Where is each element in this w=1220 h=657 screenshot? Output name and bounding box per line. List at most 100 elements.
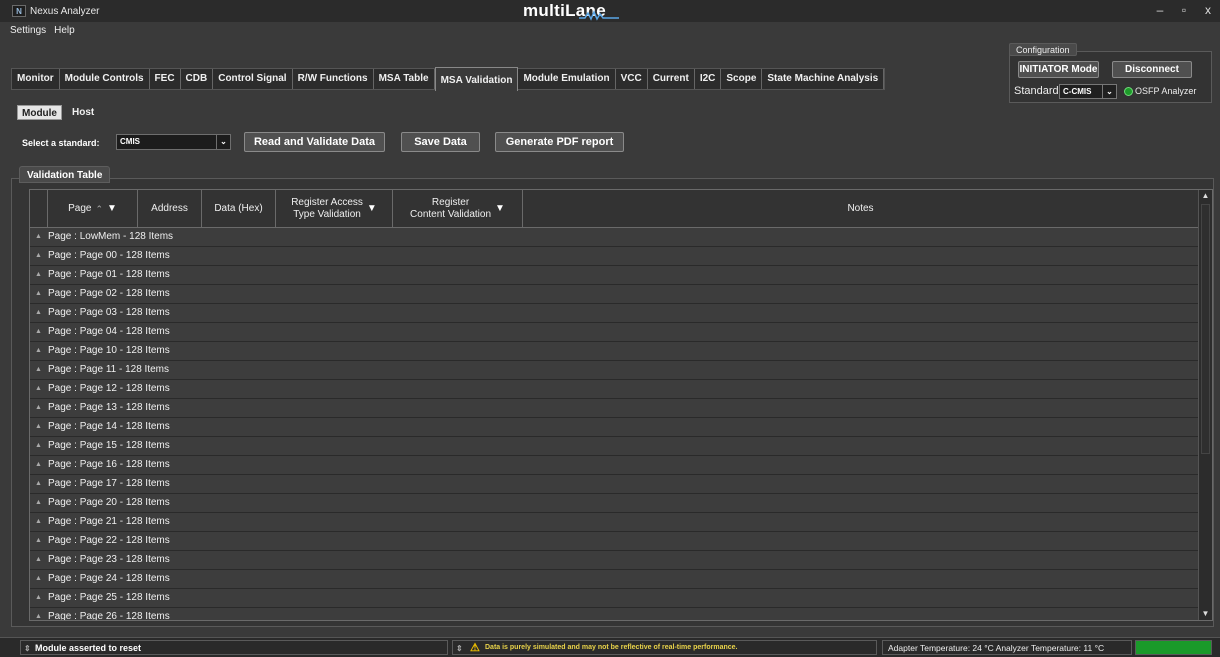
- tab-control-signal[interactable]: Control Signal: [213, 69, 293, 89]
- tab-i2c[interactable]: I2C: [695, 69, 722, 89]
- tab-current[interactable]: Current: [648, 69, 695, 89]
- expand-arrow-icon[interactable]: ▲: [35, 323, 42, 341]
- generate-pdf-button[interactable]: Generate PDF report: [495, 132, 624, 152]
- group-row-label: Page : Page 21 - 128 Items: [48, 516, 170, 527]
- disconnect-button[interactable]: Disconnect: [1112, 61, 1192, 78]
- group-row[interactable]: ▲ Page : Page 15 - 128 Items: [30, 437, 1198, 456]
- expand-arrow-icon[interactable]: ▲: [35, 418, 42, 436]
- group-row[interactable]: ▲ Page : Page 10 - 128 Items: [30, 342, 1198, 361]
- spinner-icon: ⇕: [24, 644, 31, 653]
- group-row[interactable]: ▲ Page : Page 02 - 128 Items: [30, 285, 1198, 304]
- read-validate-button[interactable]: Read and Validate Data: [244, 132, 385, 152]
- expand-arrow-icon[interactable]: ▲: [35, 475, 42, 493]
- tab-vcc[interactable]: VCC: [616, 69, 648, 89]
- group-row-label: Page : Page 26 - 128 Items: [48, 611, 170, 621]
- expand-arrow-icon[interactable]: ▲: [35, 608, 42, 620]
- filter-icon[interactable]: ▼: [367, 203, 377, 215]
- initiator-mode-button[interactable]: INITIATOR Mode: [1018, 61, 1099, 78]
- group-row[interactable]: ▲ Page : Page 12 - 128 Items: [30, 380, 1198, 399]
- group-row[interactable]: ▲ Page : Page 13 - 128 Items: [30, 399, 1198, 418]
- expand-arrow-icon[interactable]: ▲: [35, 437, 42, 455]
- group-row[interactable]: ▲ Page : Page 01 - 128 Items: [30, 266, 1198, 285]
- group-row[interactable]: ▲ Page : Page 24 - 128 Items: [30, 570, 1198, 589]
- group-row[interactable]: ▲ Page : Page 25 - 128 Items: [30, 589, 1198, 608]
- group-row[interactable]: ▲ Page : Page 14 - 128 Items: [30, 418, 1198, 437]
- header-data-hex[interactable]: Data (Hex): [202, 190, 276, 228]
- group-row[interactable]: ▲ Page : Page 20 - 128 Items: [30, 494, 1198, 513]
- expand-arrow-icon[interactable]: ▲: [35, 304, 42, 322]
- expand-arrow-icon[interactable]: ▲: [35, 266, 42, 284]
- expand-arrow-icon[interactable]: ▲: [35, 399, 42, 417]
- group-row[interactable]: ▲ Page : Page 16 - 128 Items: [30, 456, 1198, 475]
- tab-cdb[interactable]: CDB: [181, 69, 214, 89]
- expand-arrow-icon[interactable]: ▲: [35, 513, 42, 531]
- scroll-thumb[interactable]: [1201, 204, 1210, 454]
- expand-arrow-icon[interactable]: ▲: [35, 551, 42, 569]
- restore-button[interactable]: ▫: [1178, 3, 1190, 17]
- tab-msa-table[interactable]: MSA Table: [374, 69, 435, 89]
- group-row[interactable]: ▲ Page : Page 11 - 128 Items: [30, 361, 1198, 380]
- configuration-title: Configuration: [1009, 43, 1077, 56]
- filter-icon[interactable]: ▼: [495, 203, 505, 215]
- header-register-access[interactable]: Register Access Type Validation ▼: [276, 190, 393, 228]
- tab-state-machine-analysis[interactable]: State Machine Analysis: [762, 69, 885, 89]
- select-standard-label: Select a standard:: [22, 138, 100, 148]
- tab-msa-validation[interactable]: MSA Validation: [434, 67, 519, 91]
- tab-fec[interactable]: FEC: [150, 69, 181, 89]
- expand-arrow-icon[interactable]: ▲: [35, 456, 42, 474]
- status-message: ⇕ Module asserted to reset: [20, 640, 448, 655]
- group-row[interactable]: ▲ Page : Page 00 - 128 Items: [30, 247, 1198, 266]
- close-button[interactable]: x: [1202, 3, 1214, 17]
- expand-arrow-icon[interactable]: ▲: [35, 285, 42, 303]
- menu-help[interactable]: Help: [54, 25, 75, 36]
- group-row-label: Page : Page 01 - 128 Items: [48, 269, 170, 280]
- expand-arrow-icon[interactable]: ▲: [35, 589, 42, 607]
- config-standard-select[interactable]: C-CMIS ⌄: [1059, 84, 1117, 99]
- app-logo-icon: N: [12, 5, 26, 17]
- simulation-warning-text: Data is purely simulated and may not be …: [485, 644, 738, 651]
- group-row[interactable]: ▲ Page : Page 22 - 128 Items: [30, 532, 1198, 551]
- group-row[interactable]: ▲ Page : Page 04 - 128 Items: [30, 323, 1198, 342]
- vertical-scrollbar[interactable]: ▲ ▼: [1198, 190, 1212, 620]
- group-row[interactable]: ▲ Page : Page 23 - 128 Items: [30, 551, 1198, 570]
- group-row-label: Page : Page 04 - 128 Items: [48, 326, 170, 337]
- expand-arrow-icon[interactable]: ▲: [35, 570, 42, 588]
- menu-settings[interactable]: Settings: [10, 25, 46, 36]
- standard-select[interactable]: CMIS ⌄: [116, 134, 231, 150]
- header-notes[interactable]: Notes: [523, 190, 1198, 228]
- tab-module-emulation[interactable]: Module Emulation: [518, 69, 616, 89]
- expand-arrow-icon[interactable]: ▲: [35, 532, 42, 550]
- expand-arrow-icon[interactable]: ▲: [35, 342, 42, 360]
- group-row-label: Page : LowMem - 128 Items: [48, 231, 174, 242]
- warning-icon: ⚠: [470, 642, 480, 654]
- filter-icon[interactable]: ▼: [107, 203, 117, 215]
- host-toggle[interactable]: Host: [68, 105, 98, 120]
- tab-rw-functions[interactable]: R/W Functions: [293, 69, 374, 89]
- group-row[interactable]: ▲ Page : Page 03 - 128 Items: [30, 304, 1198, 323]
- temperature-readout: Adapter Temperature: 24 °C Analyzer Temp…: [882, 640, 1132, 655]
- spinner-icon: ⇕: [456, 644, 463, 653]
- expand-arrow-icon[interactable]: ▲: [35, 247, 42, 265]
- group-row[interactable]: ▲ Page : Page 26 - 128 Items: [30, 608, 1198, 621]
- group-row[interactable]: ▲ Page : Page 21 - 128 Items: [30, 513, 1198, 532]
- module-toggle[interactable]: Module: [17, 105, 62, 120]
- group-row[interactable]: ▲ Page : LowMem - 128 Items: [30, 228, 1198, 247]
- group-row-label: Page : Page 03 - 128 Items: [48, 307, 170, 318]
- header-register-access-label: Register Access Type Validation: [291, 197, 363, 221]
- scroll-up-icon[interactable]: ▲: [1199, 190, 1212, 202]
- scroll-down-icon[interactable]: ▼: [1199, 608, 1212, 620]
- expand-arrow-icon[interactable]: ▲: [35, 361, 42, 379]
- header-address[interactable]: Address: [138, 190, 202, 228]
- tab-scope[interactable]: Scope: [721, 69, 763, 89]
- group-row[interactable]: ▲ Page : Page 17 - 128 Items: [30, 475, 1198, 494]
- expand-arrow-icon[interactable]: ▲: [35, 228, 42, 246]
- save-data-button[interactable]: Save Data: [401, 132, 480, 152]
- expand-arrow-icon[interactable]: ▲: [35, 380, 42, 398]
- group-row-label: Page : Page 14 - 128 Items: [48, 421, 170, 432]
- header-register-content[interactable]: Register Content Validation ▼: [393, 190, 523, 228]
- expand-arrow-icon[interactable]: ▲: [35, 494, 42, 512]
- header-page[interactable]: Page ⌃ ▼: [48, 190, 138, 228]
- tab-monitor[interactable]: Monitor: [12, 69, 60, 89]
- tab-module-controls[interactable]: Module Controls: [60, 69, 150, 89]
- minimize-button[interactable]: –: [1154, 3, 1166, 17]
